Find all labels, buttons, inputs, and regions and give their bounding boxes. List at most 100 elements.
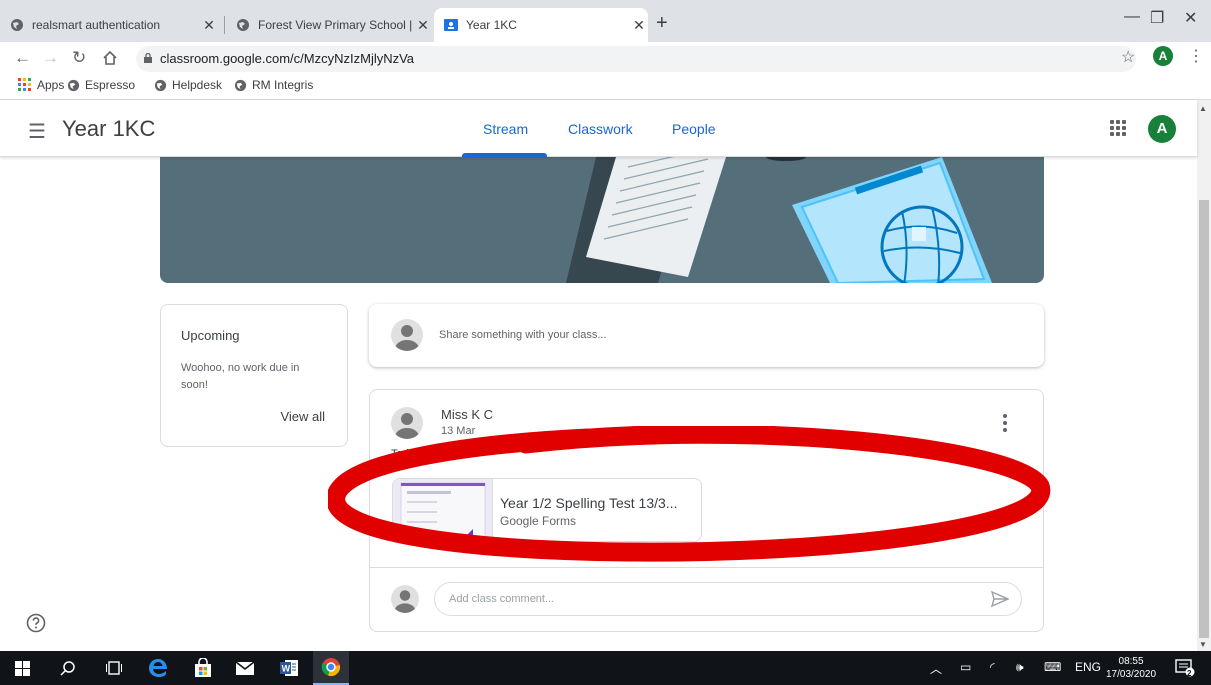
scroll-down-arrow-icon[interactable]: ▼: [1199, 640, 1207, 649]
classroom-header: ☰ Year 1KC Stream Classwork People A: [0, 100, 1197, 157]
browser-tab-bar: realsmart authentication ✕ Forest View P…: [0, 0, 1211, 42]
globe-icon: [67, 79, 80, 91]
store-icon[interactable]: [190, 651, 216, 685]
reload-icon[interactable]: ↻: [72, 48, 86, 68]
keyboard-icon[interactable]: ⌨: [1044, 660, 1061, 674]
mail-icon[interactable]: [232, 651, 258, 685]
bookmarks-bar: Apps Espresso Helpdesk RM Integris: [0, 74, 1211, 100]
bookmark-apps[interactable]: Apps: [18, 78, 64, 92]
browser-toolbar: ← → ↻ classroom.google.com/c/MzcyNzIzMjl…: [0, 42, 1211, 74]
browser-tab-forest-view[interactable]: Forest View Primary School | Aim ✕: [226, 8, 432, 42]
author-avatar-icon: [391, 407, 423, 439]
home-icon[interactable]: [102, 50, 118, 66]
post-author: Miss K C: [441, 407, 493, 422]
wifi-icon[interactable]: ◜: [990, 660, 995, 674]
attachment-title: Year 1/2 Spelling Test 13/3...: [500, 495, 678, 511]
upcoming-text: Woohoo, no work due in soon!: [181, 362, 300, 391]
stream-post: Miss K C 13 Mar Today's Year 1/2 Spellin…: [369, 389, 1044, 632]
close-tab-icon[interactable]: ✕: [414, 17, 432, 34]
word-icon[interactable]: W: [276, 651, 302, 685]
send-icon[interactable]: [991, 591, 1009, 607]
banner-illustration: [566, 157, 992, 283]
post-date: 13 Mar: [441, 425, 476, 437]
language-indicator[interactable]: ENG: [1075, 660, 1101, 674]
notifications-icon[interactable]: 2: [1172, 651, 1198, 685]
class-comment-input[interactable]: Add class comment...: [434, 582, 1022, 616]
notification-count: 2: [1187, 669, 1192, 678]
windows-taskbar: W ︿ ▭ ◜ 🕪 ⌨ ENG 08:55 17/03/2020 2: [0, 651, 1211, 685]
view-all-link[interactable]: View all: [280, 409, 325, 424]
globe-icon: [11, 19, 23, 31]
class-banner: [160, 157, 1044, 283]
bookmark-helpdesk[interactable]: Helpdesk: [154, 78, 222, 92]
clock-time: 08:55: [1118, 656, 1144, 667]
tray-chevron-icon[interactable]: ︿: [930, 660, 942, 677]
apps-grid-icon: [18, 78, 31, 91]
class-title: Year 1KC: [62, 116, 156, 141]
globe-icon: [154, 79, 167, 91]
share-box[interactable]: Share something with your class...: [369, 304, 1044, 367]
forward-arrow-icon[interactable]: →: [42, 48, 59, 68]
bookmark-label: Espresso: [85, 78, 136, 92]
bookmark-star-icon[interactable]: ☆: [1121, 47, 1135, 67]
upcoming-title: Upcoming: [181, 328, 240, 343]
battery-icon[interactable]: ▭: [960, 660, 971, 674]
edge-browser-icon[interactable]: [145, 651, 171, 685]
bookmark-label: RM Integris: [252, 78, 314, 92]
form-thumbnail: [393, 479, 493, 541]
lock-icon: [144, 53, 152, 63]
tab-separator: [224, 16, 225, 34]
help-icon[interactable]: [26, 613, 46, 633]
bookmark-espresso[interactable]: Espresso: [67, 78, 135, 92]
volume-icon[interactable]: 🕪: [1016, 660, 1024, 675]
search-icon[interactable]: [56, 651, 80, 685]
globe-icon: [237, 19, 249, 31]
tab-classwork[interactable]: Classwork: [568, 121, 633, 137]
chrome-taskbar-icon[interactable]: [313, 651, 349, 685]
svg-text:W: W: [282, 664, 291, 674]
clock-date: 17/03/2020: [1106, 669, 1157, 680]
tab-title: realsmart authentication: [32, 18, 161, 32]
address-bar[interactable]: classroom.google.com/c/MzcyNzIzMjlyNzVa: [136, 46, 1136, 72]
minimize-window-icon[interactable]: —: [1124, 8, 1140, 26]
new-tab-button[interactable]: +: [656, 12, 668, 35]
commenter-avatar-icon: [391, 585, 419, 613]
browser-tab-year1kc[interactable]: Year 1KC ✕: [434, 8, 648, 42]
profile-avatar[interactable]: A: [1153, 46, 1173, 66]
tab-stream[interactable]: Stream: [483, 121, 528, 137]
user-avatar-icon: [391, 319, 423, 351]
browser-menu-icon[interactable]: ⋮: [1188, 46, 1204, 66]
clock[interactable]: 08:55 17/03/2020: [1106, 655, 1156, 681]
google-apps-icon[interactable]: [1110, 120, 1126, 136]
attachment-card[interactable]: Year 1/2 Spelling Test 13/3... Google Fo…: [392, 478, 702, 542]
comment-placeholder: Add class comment...: [449, 593, 555, 605]
bookmark-label: Apps: [37, 78, 65, 92]
close-tab-icon[interactable]: ✕: [200, 17, 218, 34]
post-text: Today's: [391, 448, 428, 460]
bookmark-label: Helpdesk: [172, 78, 223, 92]
restore-window-icon[interactable]: ❐: [1150, 8, 1164, 28]
share-placeholder: Share something with your class...: [439, 329, 607, 341]
upcoming-card: Upcoming Woohoo, no work due in soon! Vi…: [160, 304, 348, 447]
close-window-icon[interactable]: ✕: [1184, 8, 1197, 28]
account-avatar[interactable]: A: [1148, 115, 1176, 143]
tab-title: Year 1KC: [466, 18, 517, 32]
post-divider: [370, 567, 1043, 568]
url-text: classroom.google.com/c/MzcyNzIzMjlyNzVa: [160, 51, 415, 66]
active-tab-indicator: [462, 153, 547, 157]
scroll-up-arrow-icon[interactable]: ▲: [1199, 104, 1207, 113]
attachment-type: Google Forms: [500, 514, 577, 528]
main-menu-icon[interactable]: ☰: [28, 119, 46, 144]
close-tab-icon[interactable]: ✕: [630, 17, 648, 34]
windows-start-icon[interactable]: [10, 651, 34, 685]
globe-icon: [234, 79, 247, 91]
google-classroom-icon: [444, 19, 458, 31]
browser-tab-realsmart[interactable]: realsmart authentication ✕: [0, 8, 218, 42]
bookmark-rm-integris[interactable]: RM Integris: [234, 78, 313, 92]
post-options-icon[interactable]: [1003, 414, 1007, 435]
tab-people[interactable]: People: [672, 121, 716, 137]
tab-title: Forest View Primary School | Aim: [258, 18, 414, 32]
task-view-icon[interactable]: [102, 651, 126, 685]
scrollbar-thumb[interactable]: [1199, 200, 1209, 638]
back-arrow-icon[interactable]: ←: [14, 48, 31, 68]
